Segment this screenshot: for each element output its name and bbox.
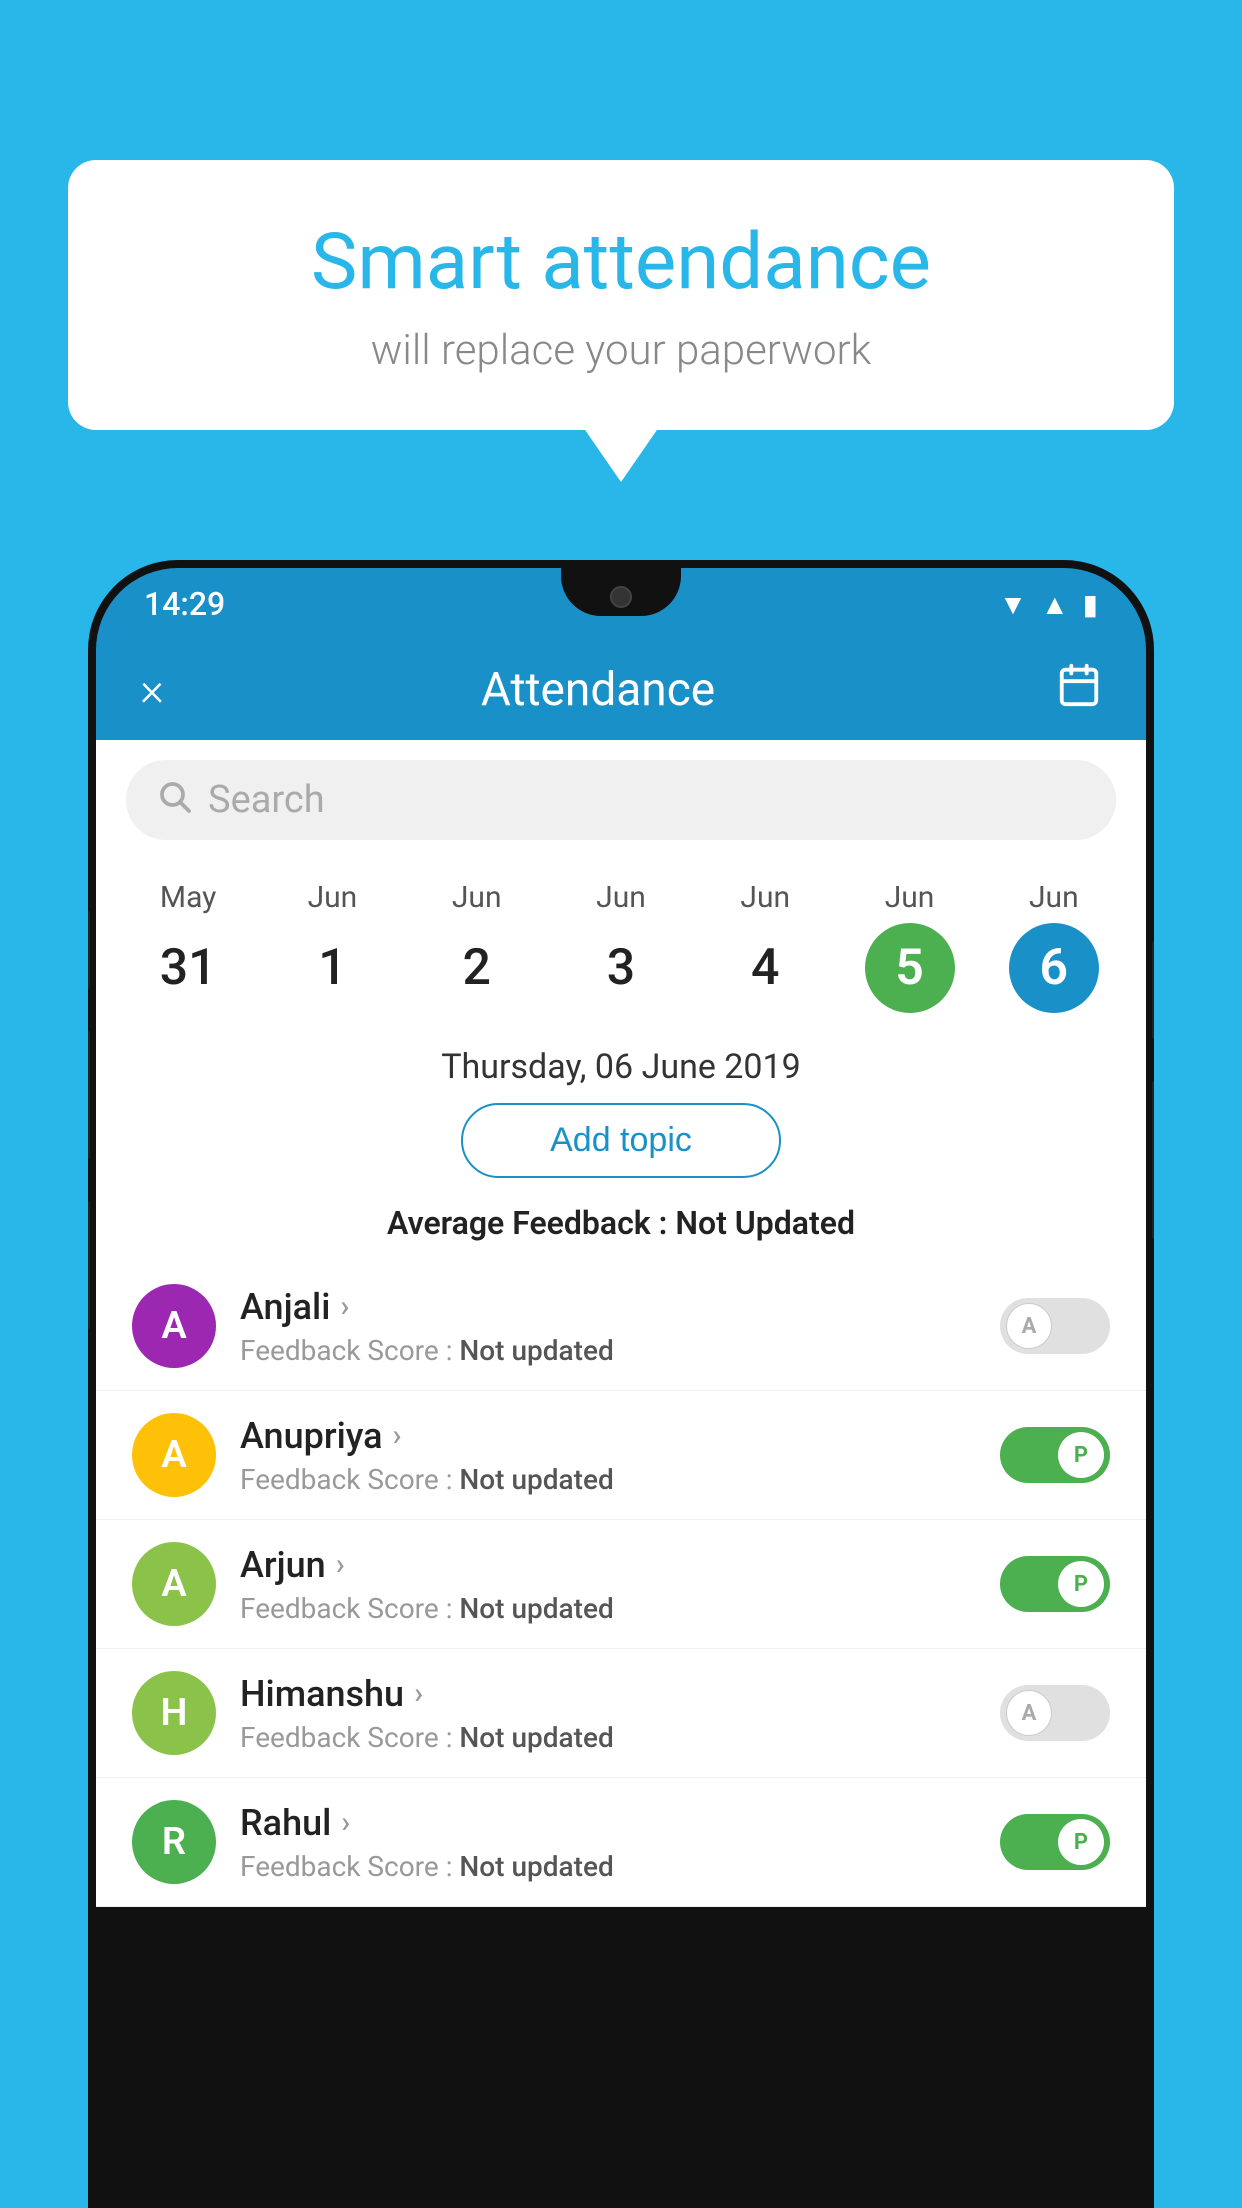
chevron-right-icon: ›: [340, 1289, 349, 1324]
month-label: Jun: [740, 880, 790, 915]
student-name: Rahul ›: [240, 1802, 976, 1844]
camera: [610, 586, 632, 608]
power-btn: [1152, 940, 1154, 1040]
date-col[interactable]: Jun 2: [409, 880, 545, 1013]
toggle-knob: A: [1006, 1690, 1052, 1736]
date-col[interactable]: Jun 1: [264, 880, 400, 1013]
content-area: Thursday, 06 June 2019 Add topic Average…: [96, 1023, 1146, 1262]
bubble-title: Smart attendance: [118, 220, 1124, 306]
student-info: Arjun › Feedback Score : Not updated: [240, 1544, 976, 1625]
avatar: A: [132, 1284, 216, 1368]
search-container: Search: [96, 740, 1146, 860]
toggle-knob: P: [1058, 1819, 1104, 1865]
date-strip: May 31 Jun 1 Jun 2 Jun 3 Jun 4 Jun 5 Jun 6: [96, 860, 1146, 1023]
feedback-score: Feedback Score : Not updated: [240, 1721, 976, 1754]
month-label: Jun: [596, 880, 646, 915]
attendance-toggle[interactable]: P: [1000, 1427, 1110, 1483]
attendance-toggle[interactable]: A: [1000, 1298, 1110, 1354]
day-number[interactable]: 6: [1009, 923, 1099, 1013]
toggle-knob: P: [1058, 1561, 1104, 1607]
search-bar[interactable]: Search: [126, 760, 1116, 840]
avg-value: Not Updated: [675, 1204, 855, 1242]
speech-bubble: Smart attendance will replace your paper…: [68, 160, 1174, 430]
student-name: Anupriya ›: [240, 1415, 976, 1457]
chevron-right-icon: ›: [414, 1676, 423, 1711]
day-number[interactable]: 3: [576, 923, 666, 1013]
status-icons: ▼ ▲ ▮: [999, 588, 1098, 621]
chevron-right-icon: ›: [393, 1418, 402, 1453]
student-name: Himanshu ›: [240, 1673, 976, 1715]
date-col[interactable]: May 31: [120, 880, 256, 1013]
chevron-right-icon: ›: [341, 1805, 350, 1840]
student-info: Anupriya › Feedback Score : Not updated: [240, 1415, 976, 1496]
date-col[interactable]: Jun 4: [697, 880, 833, 1013]
avatar: H: [132, 1671, 216, 1755]
vol-btn-3: [88, 1200, 90, 1330]
date-col[interactable]: Jun 6: [986, 880, 1122, 1013]
status-time: 14:29: [144, 585, 225, 623]
avatar: R: [132, 1800, 216, 1884]
app-header: × Attendance: [96, 640, 1146, 740]
day-number[interactable]: 5: [865, 923, 955, 1013]
feedback-score: Feedback Score : Not updated: [240, 1334, 976, 1367]
student-info: Himanshu › Feedback Score : Not updated: [240, 1673, 976, 1754]
avg-label: Average Feedback :: [387, 1204, 675, 1242]
feedback-score: Feedback Score : Not updated: [240, 1592, 976, 1625]
attendance-toggle[interactable]: P: [1000, 1814, 1110, 1870]
power-btn-2: [1152, 1080, 1154, 1240]
average-feedback: Average Feedback : Not Updated: [96, 1198, 1146, 1262]
add-topic-button[interactable]: Add topic: [461, 1103, 781, 1178]
month-label: Jun: [1029, 880, 1079, 915]
avatar: A: [132, 1413, 216, 1497]
date-col[interactable]: Jun 5: [842, 880, 978, 1013]
date-row: May 31 Jun 1 Jun 2 Jun 3 Jun 4 Jun 5 Jun 6: [96, 880, 1146, 1013]
feedback-score: Feedback Score : Not updated: [240, 1463, 976, 1496]
student-item[interactable]: A Arjun › Feedback Score : Not updated P: [96, 1520, 1146, 1649]
search-icon: [156, 778, 192, 823]
avatar: A: [132, 1542, 216, 1626]
calendar-icon[interactable]: [1056, 662, 1102, 718]
wifi-icon: ▼: [999, 588, 1027, 621]
month-label: Jun: [452, 880, 502, 915]
student-item[interactable]: H Himanshu › Feedback Score : Not updated A: [96, 1649, 1146, 1778]
notch: [561, 568, 681, 616]
date-col[interactable]: Jun 3: [553, 880, 689, 1013]
vol-btn-1: [88, 910, 90, 990]
month-label: May: [160, 880, 216, 915]
student-item[interactable]: A Anjali › Feedback Score : Not updated A: [96, 1262, 1146, 1391]
day-number[interactable]: 4: [720, 923, 810, 1013]
day-number[interactable]: 1: [287, 923, 377, 1013]
signal-icon: ▲: [1041, 588, 1069, 621]
phone-inner: 14:29 ▼ ▲ ▮ × Attendance: [96, 568, 1146, 2208]
bubble-subtitle: will replace your paperwork: [118, 326, 1124, 375]
attendance-toggle[interactable]: A: [1000, 1685, 1110, 1741]
battery-icon: ▮: [1083, 588, 1098, 621]
day-number[interactable]: 2: [432, 923, 522, 1013]
student-name: Arjun ›: [240, 1544, 976, 1586]
search-placeholder: Search: [208, 778, 325, 822]
speech-bubble-container: Smart attendance will replace your paper…: [68, 160, 1174, 430]
student-list: AAnjali ›Feedback Score : Not updatedAAA…: [96, 1262, 1146, 1907]
month-label: Jun: [308, 880, 358, 915]
attendance-toggle[interactable]: P: [1000, 1556, 1110, 1612]
toggle-knob: A: [1006, 1303, 1052, 1349]
feedback-score: Feedback Score : Not updated: [240, 1850, 976, 1883]
toggle-knob: P: [1058, 1432, 1104, 1478]
phone-frame: 14:29 ▼ ▲ ▮ × Attendance: [88, 560, 1154, 2208]
student-info: Rahul › Feedback Score : Not updated: [240, 1802, 976, 1883]
header-title: Attendance: [140, 663, 1056, 717]
month-label: Jun: [885, 880, 935, 915]
student-item[interactable]: A Anupriya › Feedback Score : Not updated P: [96, 1391, 1146, 1520]
selected-date-label: Thursday, 06 June 2019: [96, 1023, 1146, 1103]
student-name: Anjali ›: [240, 1286, 976, 1328]
day-number[interactable]: 31: [143, 923, 233, 1013]
student-info: Anjali › Feedback Score : Not updated: [240, 1286, 976, 1367]
chevron-right-icon: ›: [336, 1547, 345, 1582]
vol-btn-2: [88, 1030, 90, 1160]
student-item[interactable]: R Rahul › Feedback Score : Not updated P: [96, 1778, 1146, 1907]
